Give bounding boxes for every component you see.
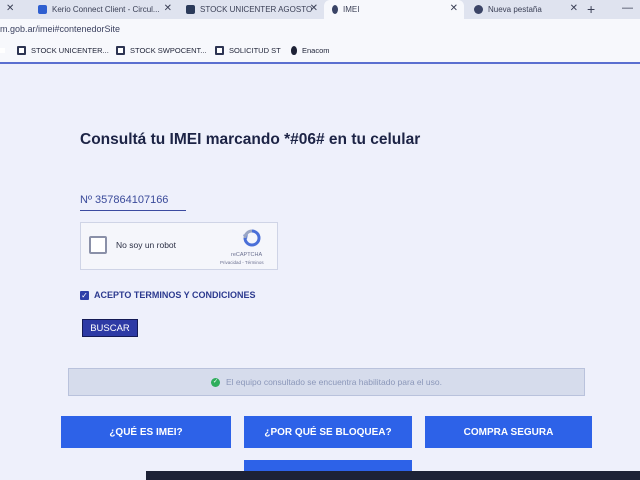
recaptcha-logo-icon: [243, 229, 261, 247]
imei-input[interactable]: Nº 357864107166: [80, 194, 186, 211]
close-tab-icon[interactable]: ✕: [6, 3, 14, 14]
sheets-icon: [0, 46, 12, 55]
bookmark-label: STOCK UNICENTER...: [31, 46, 109, 55]
terms-row[interactable]: ✓ ACEPTO TERMINOS Y CONDICIONES: [80, 290, 256, 300]
new-tab-icon: [474, 5, 483, 14]
tab-label: Nueva pestaña: [488, 5, 542, 14]
enacom-drop-icon: [332, 5, 338, 14]
tab-stock-unicenter[interactable]: STOCK UNICENTER AGOSTO ✕: [178, 0, 324, 19]
form-icon: [215, 46, 224, 55]
kerio-icon: [38, 5, 47, 14]
recaptcha-widget: No soy un robot reCAPTCHA Privacidad - T…: [80, 222, 278, 270]
close-tab-icon[interactable]: ✕: [450, 3, 458, 14]
tab-label: Kerio Connect Client - Circul...: [52, 5, 160, 14]
close-tab-icon[interactable]: ✕: [310, 3, 318, 14]
enacom-drop-icon: [291, 46, 297, 55]
check-circle-icon: ✓: [211, 377, 221, 387]
bookmark-label: Enacom: [302, 46, 330, 55]
sheets-icon: [116, 46, 125, 55]
bookmark-solicitud-st[interactable]: SOLICITUD ST: [215, 46, 281, 55]
terms-checkbox[interactable]: ✓: [80, 290, 89, 300]
what-is-imei-button[interactable]: ¿QUÉ ES IMEI?: [61, 416, 231, 448]
tab-new[interactable]: Nueva pestaña ✕: [466, 0, 584, 19]
new-tab-button[interactable]: +: [587, 1, 595, 17]
recaptcha-links[interactable]: Privacidad - Términos: [220, 260, 264, 265]
tab-label: IMEI: [343, 5, 360, 14]
status-message-box: ✓ El equipo consultado se encuentra habi…: [68, 368, 585, 396]
sheets-icon: [17, 46, 26, 55]
recaptcha-brand: reCAPTCHA: [231, 252, 263, 258]
tab-strip: ✕ Kerio Connect Client - Circul... ✕ STO…: [0, 0, 640, 19]
status-message: El equipo consultado se encuentra habili…: [226, 377, 442, 387]
bookmarks-bar: STOCK UNICENTER... STOCK SWPOCENT... SOL…: [0, 41, 640, 64]
tab-label: STOCK UNICENTER AGOSTO: [200, 5, 313, 14]
close-tab-icon[interactable]: ✕: [164, 3, 172, 14]
bookmark-stock-unicenter[interactable]: STOCK UNICENTER...: [0, 46, 109, 55]
page-content: Consultá tu IMEI marcando *#06# en tu ce…: [0, 64, 640, 480]
close-tab-icon[interactable]: ✕: [570, 3, 578, 14]
why-blocked-button[interactable]: ¿POR QUÉ SE BLOQUEA?: [244, 416, 412, 448]
bookmark-label: STOCK SWPOCENT...: [130, 46, 207, 55]
tab-imei[interactable]: IMEI ✕: [324, 0, 464, 19]
tab-kerio[interactable]: Kerio Connect Client - Circul... ✕: [30, 0, 178, 19]
recaptcha-label: No soy un robot: [116, 240, 177, 250]
url-text[interactable]: m.gob.ar/imei#contenedorSite: [0, 24, 120, 34]
os-taskbar: [146, 471, 640, 480]
search-button[interactable]: BUSCAR: [82, 319, 138, 337]
terms-label: ACEPTO TERMINOS Y CONDICIONES: [94, 290, 256, 300]
address-bar[interactable]: m.gob.ar/imei#contenedorSite: [0, 19, 640, 41]
sheets-icon: [186, 5, 195, 14]
minimize-icon[interactable]: —: [622, 2, 633, 14]
page-title: Consultá tu IMEI marcando *#06# en tu ce…: [80, 131, 421, 148]
recaptcha-checkbox[interactable]: [89, 236, 107, 254]
safe-purchase-button[interactable]: COMPRA SEGURA: [425, 416, 592, 448]
bookmark-stock-swpocent[interactable]: STOCK SWPOCENT...: [116, 46, 207, 55]
bookmark-label: SOLICITUD ST: [229, 46, 281, 55]
bookmark-enacom[interactable]: Enacom: [291, 46, 330, 55]
